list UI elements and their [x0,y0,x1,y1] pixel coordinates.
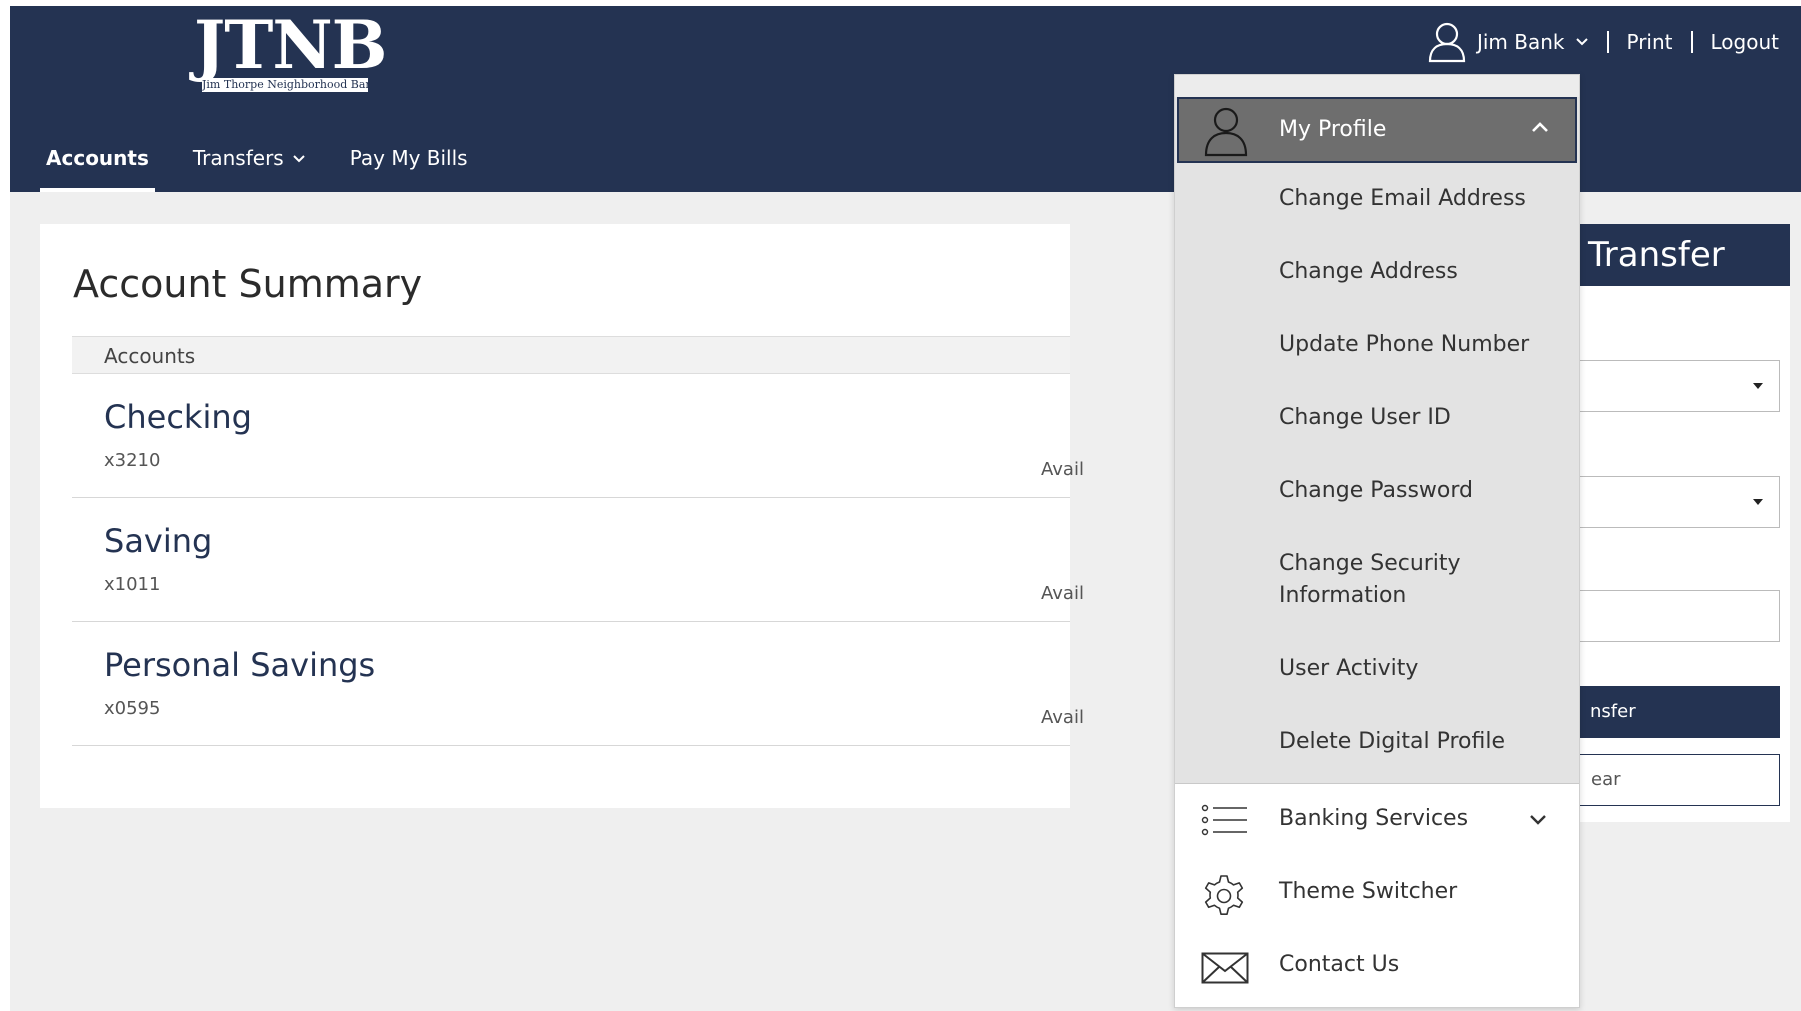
gear-icon [1204,875,1244,915]
chevron-down-icon [293,155,305,163]
transfer-card-title: Transfer [1588,235,1725,275]
transfer-button-label: nsfer [1590,701,1636,722]
menu-item-change-security-info[interactable]: Change Security Information [1279,548,1509,612]
user-dropdown-menu: My Profile Change Email Address Change A… [1174,74,1580,1008]
banking-services-toggle[interactable]: Banking Services [1175,786,1579,856]
account-name[interactable]: Personal Savings [104,646,375,684]
menu-item-change-password[interactable]: Change Password [1279,475,1569,507]
account-row-personal-savings[interactable]: Personal Savings x0595 [72,622,1070,746]
menu-item-change-email[interactable]: Change Email Address [1279,183,1569,215]
clear-button[interactable]: ear [1550,754,1780,806]
chevron-down-icon [1530,815,1546,825]
menu-item-change-user-id[interactable]: Change User ID [1279,402,1569,434]
transfer-button[interactable]: nsfer [1550,686,1780,738]
user-icon [1428,22,1466,63]
to-account-select[interactable] [1550,476,1780,528]
bank-logo[interactable]: JTNB Jim Thorpe Neighborhood Bank [194,6,387,96]
dropdown-top-strip [1175,75,1579,97]
dropdown-lower-section: Banking Services Theme Switcher Contact … [1175,784,1579,1007]
nav-item-pay-my-bills[interactable]: Pay My Bills [344,136,474,182]
nav-item-label: Accounts [46,146,149,170]
contact-us-item[interactable]: Contact Us [1175,932,1579,1002]
logout-link[interactable]: Logout [1711,30,1779,54]
my-profile-label: My Profile [1279,117,1387,142]
user-icon [1204,107,1248,157]
account-summary-card: Account Summary Accounts Checking x3210 … [40,224,1084,808]
accounts-list-header: Accounts [72,336,1070,374]
topbar-divider [1606,31,1609,53]
chevron-down-icon [1575,38,1588,46]
account-row-saving[interactable]: Saving x1011 [72,498,1070,622]
nav-item-transfers[interactable]: Transfers [187,136,312,182]
account-number: x0595 [104,698,161,719]
menu-item-delete-digital-profile[interactable]: Delete Digital Profile [1279,726,1569,758]
caret-down-icon [1753,499,1763,505]
available-balance-label: Avail [1041,583,1084,604]
nav-item-label: Pay My Bills [349,146,468,170]
from-account-select[interactable] [1550,360,1780,412]
account-number: x3210 [104,450,161,471]
account-name[interactable]: Checking [104,398,252,436]
my-profile-toggle[interactable]: My Profile [1177,97,1577,163]
quick-transfer-card: Transfer nsfer ear [1550,224,1790,822]
amount-input[interactable] [1550,590,1780,642]
user-name: Jim Bank [1476,30,1565,54]
app-root: JTNB Jim Thorpe Neighborhood Bank Jim Ba… [10,6,1801,1011]
topbar-divider [1690,31,1693,53]
logo-text: JTNB [194,6,387,84]
account-row-checking[interactable]: Checking x3210 [72,374,1070,498]
chevron-up-icon [1532,122,1548,132]
list-icon [1201,804,1247,836]
menu-item-update-phone[interactable]: Update Phone Number [1279,329,1569,361]
nav-item-accounts[interactable]: Accounts [40,136,155,192]
menu-item-change-address[interactable]: Change Address [1279,256,1569,288]
account-number: x1011 [104,574,161,595]
theme-switcher-label: Theme Switcher [1279,879,1458,904]
logo-subtitle: Jim Thorpe Neighborhood Bank [202,78,368,92]
print-link[interactable]: Print [1627,30,1673,54]
top-utility-bar: Jim Bank Print Logout [1427,16,1779,68]
main-nav: Accounts Transfers Pay My Bills [40,136,506,192]
caret-down-icon [1753,383,1763,389]
account-name[interactable]: Saving [104,522,212,560]
envelope-icon [1201,952,1249,984]
theme-switcher-item[interactable]: Theme Switcher [1175,859,1579,929]
menu-item-user-activity[interactable]: User Activity [1279,653,1569,685]
available-balance-label: Avail [1041,459,1084,480]
contact-us-label: Contact Us [1279,952,1400,977]
banking-services-label: Banking Services [1279,806,1469,831]
nav-item-label: Transfers [192,146,284,170]
clear-button-label: ear [1591,769,1621,790]
available-balance-label: Avail [1041,707,1084,728]
user-menu-toggle[interactable]: Jim Bank [1427,21,1589,63]
page-title: Account Summary [73,262,423,306]
transfer-card-header: Transfer [1550,224,1790,286]
